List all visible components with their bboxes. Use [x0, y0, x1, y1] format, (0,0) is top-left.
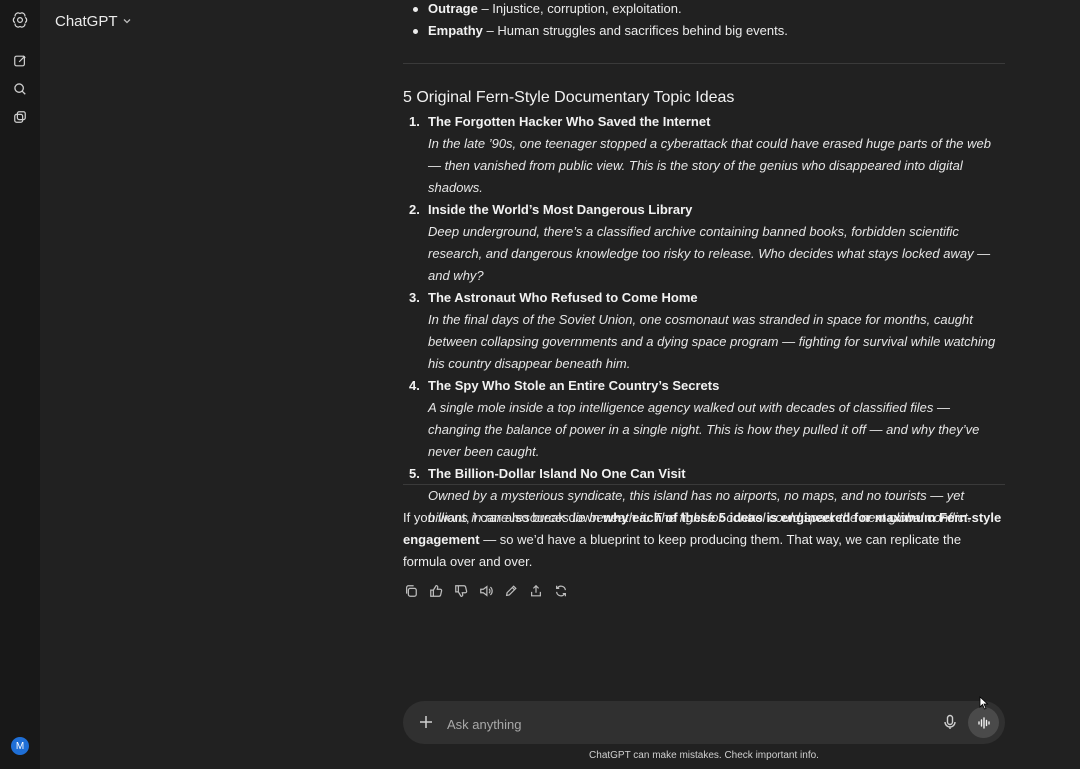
chevron-down-icon [123, 19, 130, 24]
thumbs-up-icon[interactable] [428, 583, 444, 599]
topic-description: A single mole inside a top intelligence … [428, 400, 980, 459]
regenerate-icon[interactable] [553, 583, 569, 599]
microphone-icon[interactable] [942, 714, 958, 730]
topic-description: In the final days of the Soviet Union, o… [428, 312, 996, 371]
read-aloud-icon[interactable] [478, 583, 494, 599]
list-item: 3. The Astronaut Who Refused to Come Hom… [403, 287, 1005, 375]
list-item: 1. The Forgotten Hacker Who Saved the In… [403, 111, 1005, 199]
topic-list: 1. The Forgotten Hacker Who Saved the In… [403, 111, 1005, 529]
list-item: 4. The Spy Who Stole an Entire Country’s… [403, 375, 1005, 463]
closing-paragraph: If you want, I can also break down why e… [403, 510, 1002, 569]
disclaimer: ChatGPT can make mistakes. Check importa… [589, 750, 819, 761]
model-picker[interactable]: ChatGPT [55, 11, 132, 31]
list-item: Empathy – Human struggles and sacrifices… [403, 20, 788, 42]
topic-title: Inside the World’s Most Dangerous Librar… [428, 202, 693, 217]
plus-icon[interactable] [417, 713, 435, 731]
waveform-icon [977, 716, 990, 729]
topic-description: In the late ’90s, one teenager stopped a… [428, 136, 991, 195]
composer [403, 701, 1005, 744]
topic-title: The Spy Who Stole an Entire Country’s Se… [428, 378, 720, 393]
new-chat-icon[interactable] [8, 49, 32, 73]
openai-logo-icon[interactable] [8, 8, 32, 32]
emotion-bullet-list: Outrage – Injustice, corruption, exploit… [403, 0, 788, 42]
ask-input[interactable] [445, 712, 929, 736]
message-actions [403, 583, 569, 599]
list-item: 2. Inside the World’s Most Dangerous Lib… [403, 199, 1005, 287]
voice-mode-button[interactable] [968, 707, 999, 738]
edit-icon[interactable] [503, 583, 519, 599]
mouse-cursor-icon [979, 696, 989, 710]
topic-description: Deep underground, there’s a classified a… [428, 224, 991, 283]
topic-title: The Astronaut Who Refused to Come Home [428, 290, 698, 305]
section-heading: 5 Original Fern-Style Documentary Topic … [403, 89, 735, 106]
model-name: ChatGPT [55, 12, 118, 30]
topic-title: The Forgotten Hacker Who Saved the Inter… [428, 114, 711, 129]
share-icon[interactable] [528, 583, 544, 599]
copy-icon[interactable] [403, 583, 419, 599]
search-icon[interactable] [8, 77, 32, 101]
list-item: Outrage – Injustice, corruption, exploit… [403, 0, 788, 20]
divider [403, 63, 1005, 64]
topic-title: The Billion-Dollar Island No One Can Vis… [428, 466, 686, 481]
divider [403, 484, 1005, 485]
library-icon[interactable] [8, 105, 32, 129]
avatar[interactable]: M [11, 737, 29, 755]
thumbs-down-icon[interactable] [453, 583, 469, 599]
sidebar-rail: M [0, 0, 40, 769]
